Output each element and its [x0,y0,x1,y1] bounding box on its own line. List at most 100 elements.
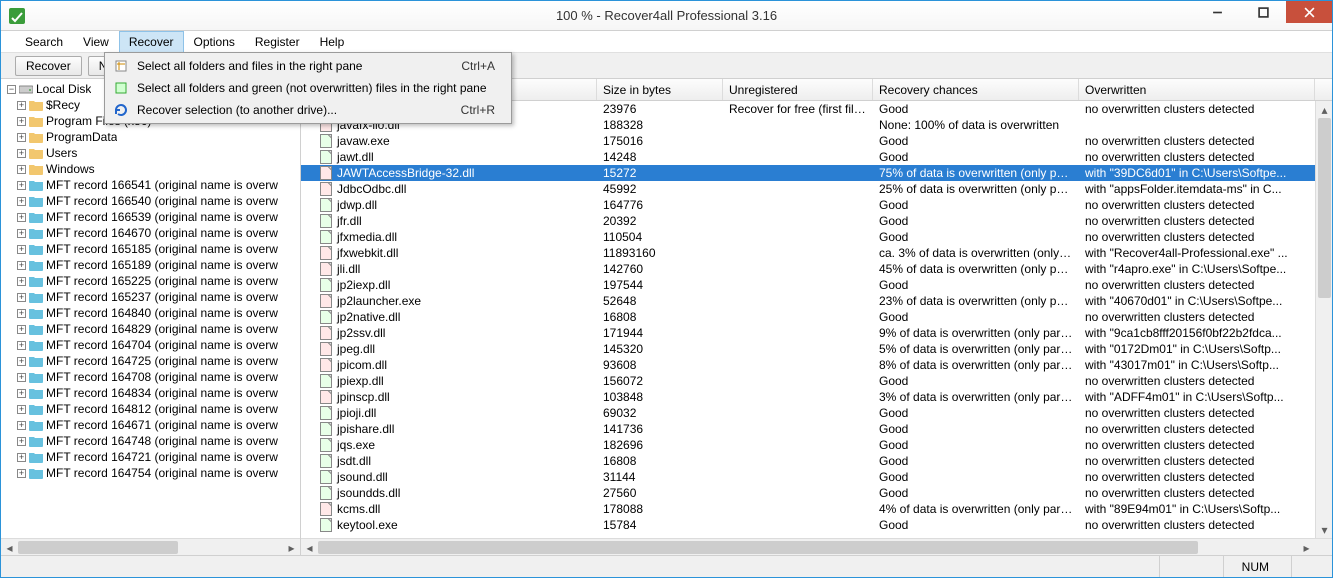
menu-search[interactable]: Search [15,31,73,52]
expander-icon[interactable]: + [17,453,26,462]
menu-item-0[interactable]: Select all folders and files in the righ… [107,55,509,77]
expander-icon[interactable]: + [17,421,26,430]
tree-mft-record[interactable]: +MFT record 164671 (original name is ove… [7,417,300,433]
file-row[interactable]: JAWTAccessBridge-32.dll1527275% of data … [301,165,1315,181]
file-row[interactable]: keytool.exe15784Goodno overwritten clust… [301,517,1315,533]
expander-icon[interactable]: + [17,165,26,174]
expander-icon[interactable]: + [17,293,26,302]
close-button[interactable] [1286,1,1332,23]
expander-icon[interactable]: + [17,357,26,366]
expander-icon[interactable]: + [17,437,26,446]
file-row[interactable]: jpiexp.dll156072Goodno overwritten clust… [301,373,1315,389]
tree-folder[interactable]: +Users [7,145,300,161]
file-row[interactable]: jsound.dll31144Goodno overwritten cluste… [301,469,1315,485]
expander-icon[interactable]: + [17,213,26,222]
expander-icon[interactable]: + [17,405,26,414]
expander-icon[interactable]: + [17,117,26,126]
file-row[interactable]: jpioji.dll69032Goodno overwritten cluste… [301,405,1315,421]
tree-mft-record[interactable]: +MFT record 165225 (original name is ove… [7,273,300,289]
expander-icon[interactable]: + [17,101,26,110]
recover-button[interactable]: Recover [15,56,82,76]
file-row[interactable]: jp2native.dll16808Goodno overwritten clu… [301,309,1315,325]
file-row[interactable]: jfxwebkit.dll11893160ca. 3% of data is o… [301,245,1315,261]
file-row[interactable]: jfxmedia.dll110504Goodno overwritten clu… [301,229,1315,245]
list-vscroll-thumb[interactable] [1318,118,1331,298]
tree-mft-record[interactable]: +MFT record 164754 (original name is ove… [7,465,300,481]
tree-mft-record[interactable]: +MFT record 164829 (original name is ove… [7,321,300,337]
scroll-down-icon[interactable]: ▾ [1316,521,1332,538]
expander-icon[interactable]: + [17,469,26,478]
menu-view[interactable]: View [73,31,119,52]
tree-mft-record[interactable]: +MFT record 164812 (original name is ove… [7,401,300,417]
col-overwritten[interactable]: Overwritten [1079,79,1315,100]
expander-icon[interactable]: + [17,181,26,190]
tree-mft-record[interactable]: +MFT record 164834 (original name is ove… [7,385,300,401]
menu-register[interactable]: Register [245,31,310,52]
col-recovery[interactable]: Recovery chances [873,79,1079,100]
tree-mft-record[interactable]: +MFT record 166539 (original name is ove… [7,209,300,225]
tree-mft-record[interactable]: +MFT record 164725 (original name is ove… [7,353,300,369]
expander-icon[interactable]: + [17,261,26,270]
tree-folder[interactable]: +Windows [7,161,300,177]
scroll-left-icon[interactable]: ◂ [1,539,18,555]
expander-icon[interactable]: + [17,229,26,238]
tree-hscrollbar[interactable]: ◂ ▸ [1,538,300,555]
tree-folder[interactable]: +ProgramData [7,129,300,145]
file-row[interactable]: jqs.exe182696Goodno overwritten clusters… [301,437,1315,453]
maximize-button[interactable] [1240,1,1286,23]
menu-options[interactable]: Options [184,31,245,52]
file-row[interactable]: jp2iexp.dll197544Goodno overwritten clus… [301,277,1315,293]
file-row[interactable]: jpinscp.dll1038483% of data is overwritt… [301,389,1315,405]
expander-icon[interactable]: + [17,149,26,158]
file-row[interactable]: jp2launcher.exe5264823% of data is overw… [301,293,1315,309]
file-row[interactable]: jdwp.dll164776Goodno overwritten cluster… [301,197,1315,213]
menu-item-2[interactable]: Recover selection (to another drive)...C… [107,99,509,121]
menu-help[interactable]: Help [310,31,355,52]
tree-mft-record[interactable]: +MFT record 165189 (original name is ove… [7,257,300,273]
scroll-left-icon[interactable]: ◂ [301,539,318,555]
file-row[interactable]: jawt.dll14248Goodno overwritten clusters… [301,149,1315,165]
menu-recover[interactable]: Recover [119,31,184,52]
file-row[interactable]: jfr.dll20392Goodno overwritten clusters … [301,213,1315,229]
minimize-button[interactable] [1194,1,1240,23]
expander-icon[interactable]: + [17,133,26,142]
tree-mft-record[interactable]: +MFT record 166541 (original name is ove… [7,177,300,193]
tree-mft-record[interactable]: +MFT record 164748 (original name is ove… [7,433,300,449]
col-size[interactable]: Size in bytes [597,79,723,100]
menu-item-1[interactable]: Select all folders and green (not overwr… [107,77,509,99]
expander-icon[interactable]: + [17,245,26,254]
tree-mft-record[interactable]: +MFT record 164708 (original name is ove… [7,369,300,385]
expander-icon[interactable]: + [17,325,26,334]
file-row[interactable]: JdbcOdbc.dll4599225% of data is overwrit… [301,181,1315,197]
expander-icon[interactable]: + [17,277,26,286]
tree-mft-record[interactable]: +MFT record 164840 (original name is ove… [7,305,300,321]
scroll-right-icon[interactable]: ▸ [1298,539,1315,555]
file-row[interactable]: jsdt.dll16808Goodno overwritten clusters… [301,453,1315,469]
col-unregistered[interactable]: Unregistered [723,79,873,100]
tree-mft-record[interactable]: +MFT record 165185 (original name is ove… [7,241,300,257]
file-row[interactable]: kcms.dll1780884% of data is overwritten … [301,501,1315,517]
list-hscroll-thumb[interactable] [318,541,1198,554]
file-row[interactable]: jp2ssv.dll1719449% of data is overwritte… [301,325,1315,341]
list-vscrollbar[interactable]: ▴ ▾ [1315,101,1332,538]
file-row[interactable]: javaw.exe175016Goodno overwritten cluste… [301,133,1315,149]
tree-mft-record[interactable]: +MFT record 165237 (original name is ove… [7,289,300,305]
tree-mft-record[interactable]: +MFT record 164721 (original name is ove… [7,449,300,465]
file-row[interactable]: jpicom.dll936088% of data is overwritten… [301,357,1315,373]
expander-icon[interactable]: + [17,389,26,398]
tree-hscroll-thumb[interactable] [18,541,178,554]
expander-icon[interactable]: − [7,85,16,94]
expander-icon[interactable]: + [17,341,26,350]
scroll-right-icon[interactable]: ▸ [283,539,300,555]
tree-mft-record[interactable]: +MFT record 164704 (original name is ove… [7,337,300,353]
tree-mft-record[interactable]: +MFT record 164670 (original name is ove… [7,225,300,241]
tree-mft-record[interactable]: +MFT record 166540 (original name is ove… [7,193,300,209]
list-hscrollbar[interactable]: ◂ ▸ [301,538,1332,555]
file-row[interactable]: jpishare.dll141736Goodno overwritten clu… [301,421,1315,437]
scroll-up-icon[interactable]: ▴ [1316,101,1332,118]
expander-icon[interactable]: + [17,373,26,382]
file-row[interactable]: jpeg.dll1453205% of data is overwritten … [301,341,1315,357]
expander-icon[interactable]: + [17,197,26,206]
file-row[interactable]: jli.dll14276045% of data is overwritten … [301,261,1315,277]
file-row[interactable]: jsoundds.dll27560Goodno overwritten clus… [301,485,1315,501]
